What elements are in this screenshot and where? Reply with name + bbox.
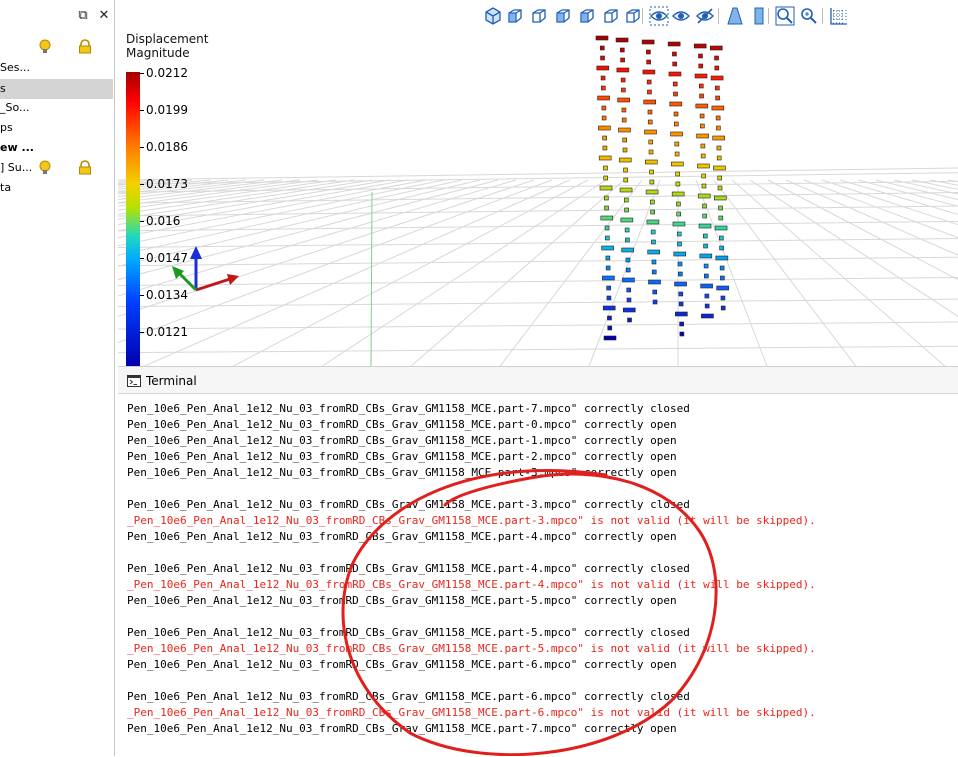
legend-tick-label: 0.0199 [146, 103, 188, 117]
terminal-panel: Terminal Pen_10e6_Pen_Anal_1e12_Nu_03_fr… [118, 366, 958, 757]
legend-tick-mark [140, 295, 144, 296]
terminal-icon [127, 375, 141, 387]
close-icon[interactable]: ✕ [97, 9, 111, 23]
legend-tick-mark [140, 221, 144, 222]
terminal-output[interactable]: Pen_10e6_Pen_Anal_1e12_Nu_03_fromRD_CBs_… [118, 401, 958, 757]
tree-row-label: ta [0, 181, 12, 194]
front-view-icon[interactable] [504, 5, 526, 27]
grid-icon[interactable] [828, 5, 850, 27]
toolbar-separator [718, 8, 719, 24]
terminal-line: Pen_10e6_Pen_Anal_1e12_Nu_03_fromRD_CBs_… [127, 562, 690, 575]
iso-view-icon[interactable] [482, 5, 504, 27]
tree-row[interactable]: ta [0, 178, 113, 198]
tree-row-label: s [0, 82, 6, 95]
terminal-line: Pen_10e6_Pen_Anal_1e12_Nu_03_fromRD_CBs_… [127, 690, 690, 703]
terminal-line: Pen_10e6_Pen_Anal_1e12_Nu_03_fromRD_CBs_… [127, 498, 690, 511]
legend-tick-mark [140, 147, 144, 148]
terminal-line: Pen_10e6_Pen_Anal_1e12_Nu_03_fromRD_CBs_… [127, 722, 677, 735]
legend-tick-label: 0.016 [146, 214, 181, 228]
restore-window-icon[interactable]: ⧉ [76, 9, 90, 23]
tree-row-label: _So... [0, 101, 30, 114]
legend-title-line1: Displacement [126, 32, 209, 46]
lightbulb-icon[interactable] [38, 160, 52, 176]
zoom-fit-icon[interactable] [774, 5, 796, 27]
terminal-line: Pen_10e6_Pen_Anal_1e12_Nu_03_fromRD_CBs_… [127, 418, 677, 431]
lock-icon[interactable] [78, 39, 92, 55]
tree-row[interactable]: ps [0, 118, 113, 138]
tree-row[interactable]: ] Su... [0, 158, 113, 178]
tree-row-label: ] Su... [0, 161, 33, 174]
legend-tick-mark [140, 73, 144, 74]
bottom-view-icon[interactable] [622, 5, 644, 27]
terminal-line: Pen_10e6_Pen_Anal_1e12_Nu_03_fromRD_CBs_… [127, 450, 677, 463]
3d-viewport[interactable]: Displacement Magnitude 0.0212 0.0199 0.018… [118, 0, 958, 366]
tree-row[interactable]: Ses... [0, 58, 113, 78]
tree-row[interactable] [0, 37, 113, 57]
legend-tick-label: 0.0212 [146, 66, 188, 80]
ground-grid [118, 167, 958, 366]
terminal-line: Pen_10e6_Pen_Anal_1e12_Nu_03_fromRD_CBs_… [127, 594, 677, 607]
terminal-tab[interactable]: Terminal [118, 367, 958, 394]
terminal-line: Pen_10e6_Pen_Anal_1e12_Nu_03_fromRD_CBs_… [127, 466, 677, 479]
terminal-title: Terminal [146, 374, 197, 388]
legend-tick-label: 0.0121 [146, 325, 188, 339]
terminal-error-line: _Pen_10e6_Pen_Anal_1e12_Nu_03_fromRD_CBs… [127, 578, 816, 591]
legend-tick-label: 0.0134 [146, 288, 188, 302]
terminal-error-line: _Pen_10e6_Pen_Anal_1e12_Nu_03_fromRD_CBs… [127, 642, 816, 655]
right-view-icon[interactable] [576, 5, 598, 27]
left-view-icon[interactable] [552, 5, 574, 27]
legend-title: Displacement Magnitude [126, 32, 246, 60]
tree-row-label: ps [0, 121, 13, 134]
back-view-icon[interactable] [528, 5, 550, 27]
legend-tick-mark [140, 332, 144, 333]
color-legend-bar [126, 72, 140, 366]
lightbulb-icon[interactable] [38, 39, 52, 55]
legend-tick-mark [140, 184, 144, 185]
terminal-error-line: _Pen_10e6_Pen_Anal_1e12_Nu_03_fromRD_CBs… [127, 706, 816, 719]
tree-row-label: Ses... [0, 61, 30, 74]
panel-header: ⧉ ✕ [0, 0, 114, 34]
toolbar-separator [822, 8, 823, 24]
show-only-icon[interactable] [670, 5, 692, 27]
tree-row-label: ew ... [0, 141, 34, 154]
terminal-line: Pen_10e6_Pen_Anal_1e12_Nu_03_fromRD_CBs_… [127, 626, 690, 639]
terminal-line: Pen_10e6_Pen_Anal_1e12_Nu_03_fromRD_CBs_… [127, 402, 690, 415]
top-view-icon[interactable] [600, 5, 622, 27]
view-toolbar [118, 5, 958, 29]
terminal-line: Pen_10e6_Pen_Anal_1e12_Nu_03_fromRD_CBs_… [127, 658, 677, 671]
hide-icon[interactable] [694, 5, 716, 27]
tree-row[interactable]: _So... [0, 98, 113, 118]
zoom-region-icon[interactable] [798, 5, 820, 27]
show-hide-icon[interactable] [648, 5, 670, 27]
legend-tick-mark [140, 110, 144, 111]
lock-icon[interactable] [78, 160, 92, 176]
legend-title-line2: Magnitude [126, 46, 190, 60]
legend-tick-label: 0.0186 [146, 140, 188, 154]
tree-panel: ⧉ ✕ Ses... s _So...ps ew ... ] Su... ta [0, 0, 115, 756]
y-axis-guide-line [370, 191, 373, 366]
legend-tick-label: 0.0147 [146, 251, 188, 265]
perspective-icon[interactable] [724, 5, 746, 27]
legend-tick-label: 0.0173 [146, 177, 188, 191]
parallel-icon[interactable] [748, 5, 770, 27]
legend-tick-mark [140, 258, 144, 259]
tree-row[interactable]: s [0, 79, 113, 99]
terminal-line: Pen_10e6_Pen_Anal_1e12_Nu_03_fromRD_CBs_… [127, 530, 677, 543]
tree-row[interactable]: ew ... [0, 138, 113, 158]
terminal-line: Pen_10e6_Pen_Anal_1e12_Nu_03_fromRD_CBs_… [127, 434, 677, 447]
terminal-error-line: _Pen_10e6_Pen_Anal_1e12_Nu_03_fromRD_CBs… [127, 514, 816, 527]
